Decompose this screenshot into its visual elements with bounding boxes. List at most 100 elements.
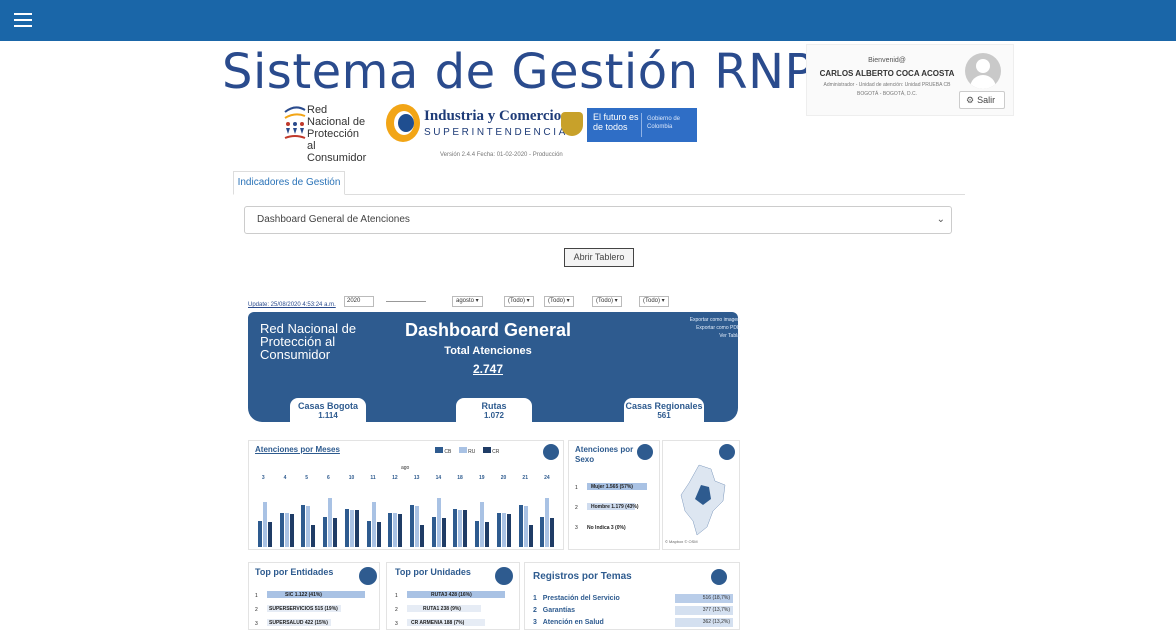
export-links: Exportar como imagen Exportar como PDF V… — [654, 316, 740, 340]
filter-dropdown-3[interactable]: (Todo) ▾ — [592, 296, 622, 307]
chart-bar — [506, 514, 511, 547]
month-label: ago — [401, 465, 410, 471]
chart-bar — [258, 521, 262, 547]
sex-row: 2 — [575, 505, 578, 511]
chart-bar — [540, 517, 545, 547]
chart-bar — [480, 502, 485, 547]
months-panel: Atenciones por Meses CB RU CR ago 3 4 5 6 10… — [248, 440, 564, 550]
day-label: 24 — [544, 475, 550, 481]
chart-bar — [354, 510, 359, 547]
chart-bar — [545, 498, 550, 547]
legend: CB RU CR — [435, 447, 499, 455]
filter-dropdown-4[interactable]: (Todo) ▾ — [639, 296, 669, 307]
dashboard-controls: Update: 25/08/2020 4:53:24 a.m. 2020 ago… — [246, 292, 746, 310]
total-value: 2.747 — [472, 362, 504, 376]
user-card: Bienvenid@ CARLOS ALBERTO COCA ACOSTA Ad… — [806, 44, 1014, 116]
gender-icon — [543, 444, 559, 460]
chart-bar — [528, 525, 533, 547]
year-input[interactable]: 2020 — [344, 296, 374, 307]
chevron-down-icon: ⌄ — [936, 214, 945, 225]
chart-bar — [436, 498, 441, 547]
total-label: Total Atenciones — [444, 345, 532, 357]
chart-bar — [323, 517, 328, 547]
gender-icon — [637, 444, 653, 460]
kpi-casas-bogota: Casas Bogota 1.114 — [290, 398, 366, 430]
chart-bar — [393, 513, 398, 547]
chart-bar — [501, 513, 506, 547]
day-label: 6 — [327, 475, 330, 481]
rnpc-figures-icon — [284, 106, 306, 139]
day-label: 19 — [479, 475, 485, 481]
avatar — [965, 53, 1001, 89]
day-label: 10 — [348, 475, 355, 481]
chart-bar — [289, 514, 294, 547]
entities-panel: Top por Entidades 1 SIC 1.122 (41%) 2 SUPE… — [248, 562, 380, 630]
logout-button[interactable]: ⚙ Salir — [959, 91, 1005, 109]
chart-bar — [371, 502, 376, 547]
chart-bar — [376, 522, 381, 547]
chart-bar — [301, 505, 306, 547]
top-navbar — [0, 0, 1176, 41]
filter-dropdown-2[interactable]: (Todo) ▾ — [544, 296, 574, 307]
sex-row: 3 — [575, 525, 578, 531]
rnpc-label: Red Nacional de Protección al Consumidor — [260, 321, 357, 362]
chart-bar — [420, 525, 424, 547]
topics-title: Registros por Temas — [533, 571, 632, 582]
gear-icon: ⚙ — [966, 95, 975, 105]
chart-bar — [263, 502, 267, 547]
sex-panel: Atenciones por Sexo 1 Mujer 1.565 (57%) … — [568, 440, 660, 550]
chart-bar — [523, 506, 528, 547]
chart-bar — [311, 525, 316, 547]
chart-bar — [475, 521, 480, 547]
chart-bar — [328, 498, 333, 547]
user-name: CARLOS ALBERTO COCA ACOSTA — [819, 69, 955, 78]
day-label: 5 — [305, 475, 309, 481]
app-title: Sistema de Gestión RNPC — [222, 44, 849, 100]
menu-icon[interactable] — [12, 9, 34, 31]
update-link[interactable]: Update: 25/08/2020 4:53:24 a.m. — [248, 302, 336, 308]
day-labels: 3 4 5 6 10 11 12 13 14 18 19 20 21 24 — [255, 475, 559, 483]
chart-bar — [306, 506, 311, 547]
month-dropdown[interactable]: agosto ▾ — [452, 296, 483, 307]
sic-logo: Industria y Comercio SUPERINTENDENCIA — [386, 104, 565, 144]
chart-bar — [344, 509, 349, 547]
filter-dropdown-1[interactable]: (Todo) ▾ — [504, 296, 534, 307]
kpi-casas-regionales: Casas Regionales 561 — [624, 398, 704, 430]
units-panel: Top por Unidades 1 RUTA3 428 (16%) 2 RUTA1… — [386, 562, 520, 630]
chart-bar — [415, 506, 419, 547]
open-dashboard-button[interactable]: Abrir Tablero — [564, 248, 634, 267]
chart-bar — [398, 514, 403, 547]
day-label: 21 — [522, 475, 528, 481]
dashboard-select[interactable]: Dashboard General de Atenciones ⌄ — [244, 206, 952, 234]
day-label: 14 — [435, 475, 442, 481]
day-label: 18 — [457, 475, 463, 481]
year-slider[interactable] — [386, 301, 426, 302]
user-role: Administrador - Unidad de atención: Unid… — [823, 82, 951, 88]
gov-logo: El futuro es de todos Gobierno de Colomb… — [561, 108, 697, 142]
day-label: 12 — [392, 475, 398, 481]
tab-indicadores[interactable]: Indicadores de Gestión — [233, 171, 345, 195]
dashboard-title: Dashboard General — [404, 320, 572, 340]
topics-panel: Registros por Temas 1 Prestación del Ser… — [524, 562, 740, 630]
chart-bar — [458, 510, 463, 547]
location-icon — [719, 444, 735, 460]
export-image-link[interactable]: Exportar como imagen — [654, 316, 740, 324]
view-table-link[interactable]: Ver Tabla — [654, 332, 740, 340]
chart-bar — [284, 513, 289, 547]
welcome-text: Bienvenid@ — [868, 57, 906, 64]
chart-bar — [268, 522, 272, 547]
day-label: 3 — [261, 475, 265, 481]
shield-icon — [561, 112, 583, 136]
chart-bar — [485, 522, 490, 547]
export-pdf-link[interactable]: Exportar como PDF — [654, 324, 740, 332]
day-label: 4 — [283, 475, 287, 481]
units-icon — [495, 567, 513, 585]
day-label: 11 — [370, 475, 376, 481]
bar-area — [255, 491, 559, 547]
chart-bar — [349, 510, 354, 547]
user-city: BOGOTÁ - BOGOTÁ, D.C. — [856, 91, 917, 97]
chart-bar — [453, 509, 458, 547]
chart-bar — [333, 518, 338, 547]
map-panel: © Mapbox © OSM — [662, 440, 740, 550]
chart-bar — [441, 518, 446, 547]
